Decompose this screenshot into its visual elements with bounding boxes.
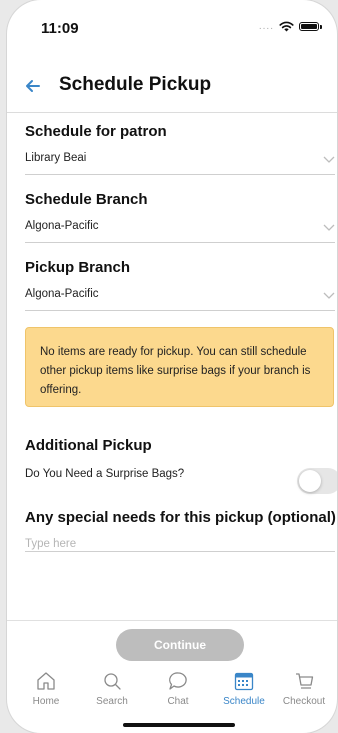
chevron-down-icon — [323, 156, 335, 163]
status-time: 11:09 — [41, 20, 79, 37]
notice-line: offering. — [40, 384, 82, 396]
tab-home[interactable]: Home — [13, 666, 79, 714]
wifi-icon — [279, 21, 294, 32]
surprise-bag-toggle[interactable] — [297, 468, 337, 494]
tab-checkout[interactable]: Checkout — [271, 666, 337, 714]
patron-label: Schedule for patron — [25, 123, 167, 140]
schedule-branch-select[interactable]: Algona-Pacific — [25, 218, 335, 243]
tab-label: Home — [32, 696, 60, 707]
tab-chat[interactable]: Chat — [145, 666, 211, 714]
special-needs-input[interactable] — [25, 537, 335, 552]
chevron-down-icon — [323, 292, 335, 299]
home-icon — [37, 672, 55, 690]
calendar-icon — [234, 672, 254, 691]
chat-icon — [169, 672, 187, 690]
back-arrow-icon[interactable] — [23, 76, 43, 96]
header-divider — [7, 112, 337, 113]
pickup-branch-select[interactable]: Algona-Pacific — [25, 286, 335, 311]
patron-value: Library Beai — [25, 152, 87, 164]
cart-icon — [296, 673, 314, 689]
home-indicator — [123, 723, 235, 727]
bottom-tab-bar: Home Search Chat Schedule Checkout — [7, 666, 337, 714]
additional-pickup-title: Additional Pickup — [25, 437, 152, 454]
search-icon — [104, 673, 121, 690]
notice-line: No items are ready for pickup. You can s… — [40, 346, 307, 358]
page-header: Schedule Pickup — [7, 68, 337, 104]
tab-search[interactable]: Search — [79, 666, 145, 714]
surprise-bag-question: Do You Need a Surprise Bags? — [25, 468, 185, 480]
phone-screen: 11:09 .... Schedule Pickup Schedule for … — [7, 0, 337, 733]
continue-button[interactable]: Continue — [116, 629, 244, 661]
page-title: Schedule Pickup — [59, 74, 212, 95]
pickup-branch-value: Algona-Pacific — [25, 288, 99, 300]
special-needs-title: Any special needs for this pickup (optio… — [25, 509, 336, 526]
tab-label: Chat — [167, 696, 189, 707]
schedule-branch-value: Algona-Pacific — [25, 220, 99, 232]
status-bar: 11:09 .... — [7, 0, 337, 44]
notice-line: other pickup items like surprise bags if… — [40, 365, 311, 377]
tab-label: Schedule — [223, 696, 265, 707]
schedule-branch-label: Schedule Branch — [25, 191, 148, 208]
tab-label: Checkout — [282, 696, 326, 707]
signal-icon: .... — [258, 21, 274, 32]
patron-select[interactable]: Library Beai — [25, 150, 335, 175]
battery-icon — [299, 22, 322, 31]
footer-actions: Continue — [7, 620, 337, 666]
chevron-down-icon — [323, 224, 335, 231]
pickup-notice-banner: No items are ready for pickup. You can s… — [25, 327, 334, 407]
pickup-branch-label: Pickup Branch — [25, 259, 131, 276]
tab-label: Search — [96, 696, 128, 707]
tab-schedule[interactable]: Schedule — [211, 666, 277, 714]
toggle-knob — [299, 470, 321, 492]
status-icons: .... — [258, 21, 322, 32]
